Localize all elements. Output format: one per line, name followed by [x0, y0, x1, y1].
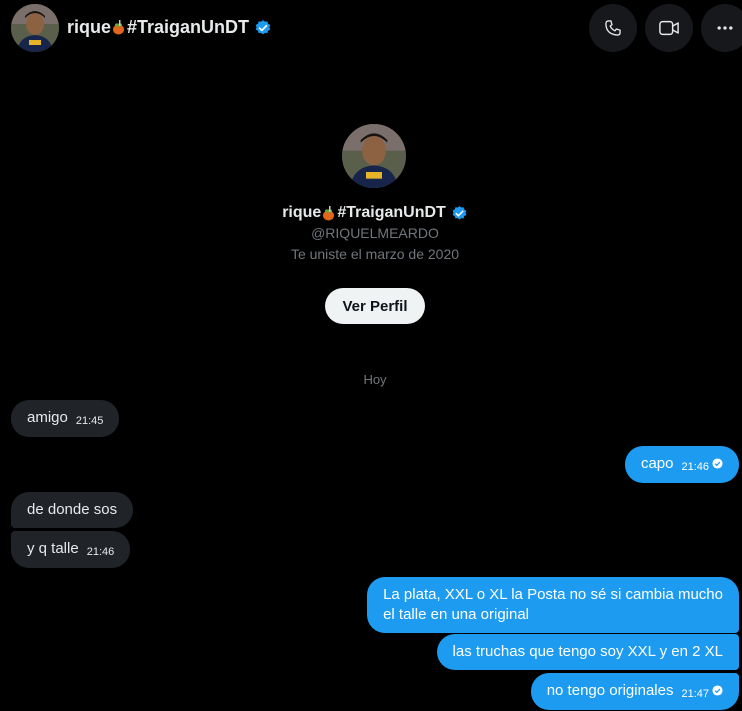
message-text-line2: el talle en una original	[383, 606, 530, 623]
message-text: capo	[640, 455, 674, 472]
message-time: 21:46	[86, 546, 115, 558]
message-text: amigo	[27, 409, 68, 426]
message-bubble[interactable]: capo 21:46	[624, 446, 739, 483]
message-bubble[interactable]: La plata, XXL o XL la Posta no sé si cam…	[367, 577, 739, 633]
profile-handle: @RIQUELMEARDO	[311, 225, 439, 241]
message-bubble[interactable]: de donde sos	[11, 492, 134, 528]
call-button[interactable]	[589, 4, 637, 52]
video-icon	[659, 20, 679, 36]
mate-icon	[113, 20, 125, 35]
profile-hashtag: #TraiganUnDT	[337, 204, 446, 221]
message-time: 21:47	[681, 688, 709, 700]
message-text: y q talle	[27, 540, 79, 557]
video-call-button[interactable]	[645, 4, 693, 52]
header-hashtag: #TraiganUnDT	[127, 17, 250, 37]
message-text: de donde sos	[27, 501, 118, 518]
day-separator: Hoy	[363, 372, 387, 387]
message-bubble[interactable]: y q talle 21:46	[11, 531, 131, 568]
message-time: 21:46	[681, 461, 709, 473]
profile-avatar[interactable]	[342, 124, 406, 188]
message-time: 21:45	[75, 415, 104, 427]
avatar[interactable]	[11, 4, 59, 52]
message-text: La plata, XXL o XL la Posta no sé si cam…	[383, 586, 723, 603]
profile-joined-date: Te uniste el marzo de 2020	[290, 246, 460, 262]
profile-name-text: rique	[282, 204, 322, 221]
message-bubble[interactable]: amigo 21:45	[11, 400, 120, 437]
message-text: no tengo originales	[546, 682, 674, 699]
message-text: las truchas que tengo soy XXL y en 2 XL	[452, 643, 723, 660]
mate-icon	[323, 205, 335, 220]
profile-name: rique #TraiganUnDT	[0, 204, 742, 222]
more-icon	[717, 26, 733, 30]
more-options-button[interactable]	[701, 4, 742, 52]
conversation-header: rique #TraiganUnDT	[0, 0, 742, 56]
view-profile-button[interactable]: Ver Perfil	[325, 288, 425, 324]
read-receipt-icon	[712, 685, 723, 696]
verified-badge-icon	[452, 205, 467, 220]
header-name-text: rique	[67, 17, 112, 37]
header-name[interactable]: rique #TraiganUnDT	[67, 17, 272, 38]
phone-icon	[605, 20, 621, 36]
message-bubble[interactable]: las truchas que tengo soy XXL y en 2 XL	[436, 634, 739, 670]
message-bubble[interactable]: no tengo originales 21:47	[530, 673, 739, 710]
verified-badge-icon	[255, 19, 271, 34]
read-receipt-icon	[712, 458, 723, 469]
